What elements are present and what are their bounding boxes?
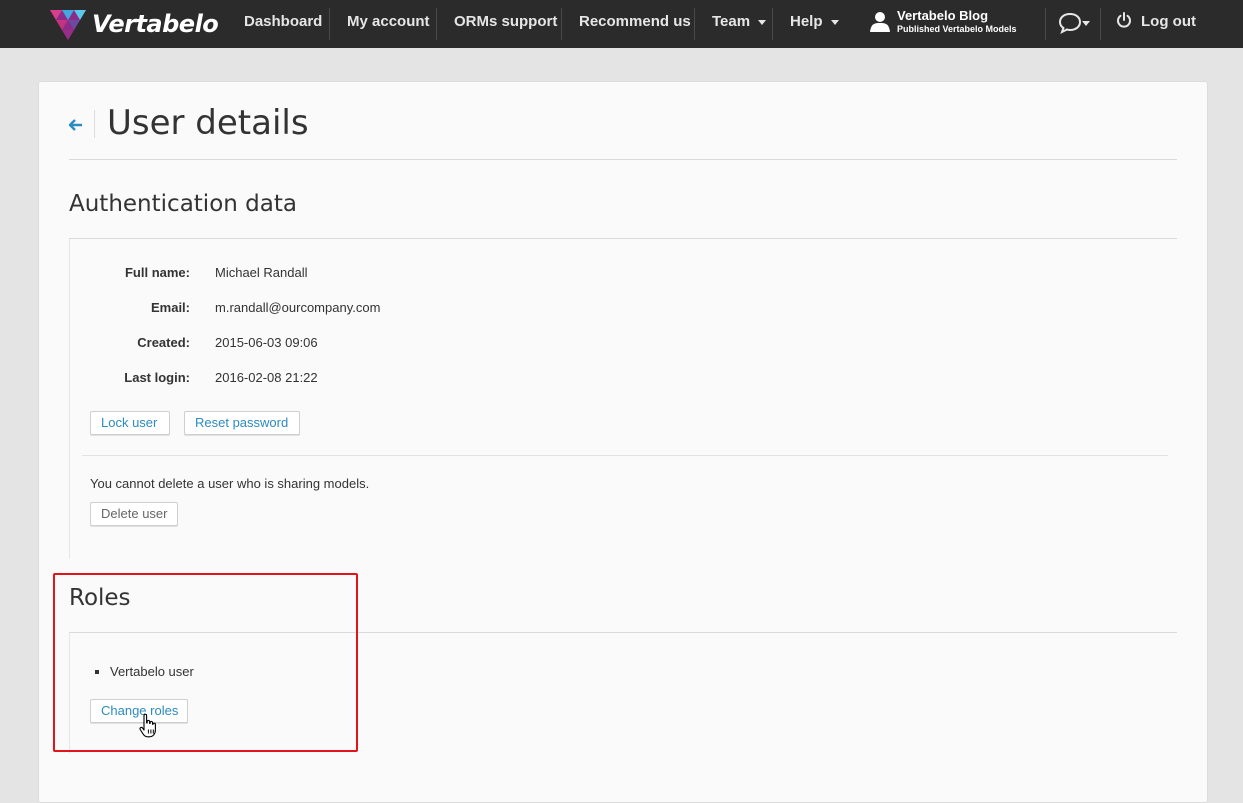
nav-team-label: Team xyxy=(712,13,751,30)
created-label: Created: xyxy=(137,335,190,350)
vertabelo-logo[interactable]: Vertabelo xyxy=(48,6,219,42)
created-value: 2015-06-03 09:06 xyxy=(215,335,318,350)
back-arrow-icon[interactable] xyxy=(69,119,83,131)
section-divider xyxy=(82,455,1168,456)
roles-highlight-box xyxy=(53,573,358,752)
nav-divider xyxy=(561,8,562,40)
nav-divider xyxy=(694,8,695,40)
power-icon xyxy=(1117,12,1131,28)
hand-cursor-icon xyxy=(139,714,156,738)
blog-subtitle: Published Vertabelo Models xyxy=(897,24,1017,34)
page-title: User details xyxy=(107,103,309,143)
nav-divider xyxy=(1045,8,1046,40)
last-login-label: Last login: xyxy=(124,370,190,385)
chat-bubble-icon xyxy=(1058,12,1082,34)
logout-link[interactable]: Log out xyxy=(1116,0,1196,48)
nav-dashboard[interactable]: Dashboard xyxy=(244,0,322,48)
authentication-section: Full name: Michael Randall Email: m.rand… xyxy=(69,239,1178,559)
delete-user-button[interactable]: Delete user xyxy=(90,502,178,526)
last-login-value: 2016-02-08 21:22 xyxy=(215,370,318,385)
chevron-down-icon xyxy=(830,19,839,25)
chat-dropdown[interactable] xyxy=(1058,12,1094,36)
email-value: m.randall@ourcompany.com xyxy=(215,300,381,315)
authentication-heading: Authentication data xyxy=(69,191,297,217)
vertabelo-logo-icon xyxy=(50,10,86,40)
top-navigation-bar: Vertabelo Dashboard My account ORMs supp… xyxy=(0,0,1243,48)
blog-title: Vertabelo Blog xyxy=(897,8,989,23)
full-name-value: Michael Randall xyxy=(215,265,308,280)
email-label: Email: xyxy=(150,300,190,315)
delete-restriction-note: You cannot delete a user who is sharing … xyxy=(90,476,370,491)
logout-label: Log out xyxy=(1141,13,1196,30)
nav-recommend-us[interactable]: Recommend us xyxy=(579,0,691,48)
nav-divider xyxy=(772,8,773,40)
nav-divider xyxy=(1100,8,1101,40)
nav-my-account[interactable]: My account xyxy=(347,0,430,48)
full-name-label: Full name: xyxy=(124,265,190,280)
lock-user-button[interactable]: Lock user xyxy=(90,411,170,435)
nav-team-dropdown[interactable]: Team xyxy=(712,0,767,48)
nav-help-label: Help xyxy=(790,13,823,30)
logo-wordmark: Vertabelo xyxy=(92,10,219,38)
chevron-down-icon xyxy=(758,19,767,25)
title-rule xyxy=(69,159,1177,160)
chevron-down-icon xyxy=(1082,21,1090,26)
reset-password-button[interactable]: Reset password xyxy=(184,411,300,435)
nav-divider xyxy=(329,8,330,40)
nav-orms-support[interactable]: ORMs support xyxy=(454,0,557,48)
user-icon xyxy=(870,12,890,32)
nav-help-dropdown[interactable]: Help xyxy=(790,0,839,48)
nav-divider xyxy=(436,8,437,40)
title-divider xyxy=(94,110,95,138)
